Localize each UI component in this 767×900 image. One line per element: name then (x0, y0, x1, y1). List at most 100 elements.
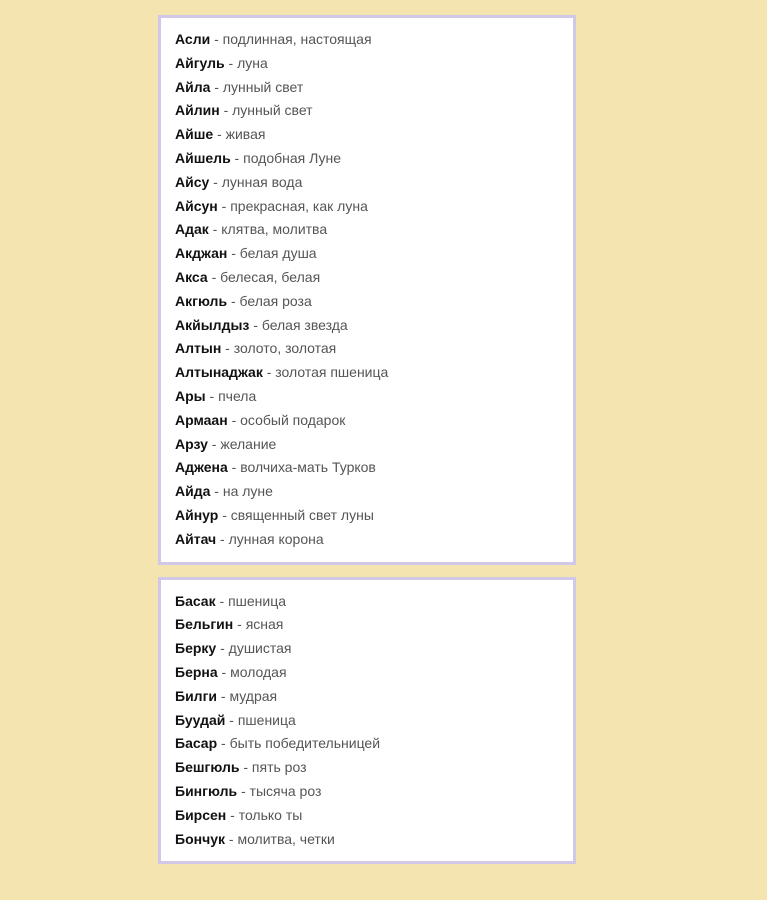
entry-meaning: молитва, четки (237, 831, 334, 847)
entry-separator: - (210, 483, 222, 499)
entry-meaning: белесая, белая (220, 269, 320, 285)
name-entry: Айла - лунный свет (175, 76, 559, 100)
entry-separator: - (210, 79, 222, 95)
entry-name: Бирсен (175, 807, 226, 823)
entry-meaning: живая (226, 126, 266, 142)
name-entry: Басак - пшеница (175, 590, 559, 614)
name-entry: Бончук - молитва, четки (175, 828, 559, 852)
entry-name: Адак (175, 221, 209, 237)
entry-separator: - (228, 459, 240, 475)
entry-name: Бингюль (175, 783, 237, 799)
entry-meaning: лунная корона (229, 531, 324, 547)
entry-name: Асли (175, 31, 210, 47)
entry-meaning: пчела (218, 388, 256, 404)
entry-name: Армаан (175, 412, 228, 428)
entry-name: Айсу (175, 174, 209, 190)
entry-meaning: ясная (246, 616, 284, 632)
name-entry: Айсун - прекрасная, как луна (175, 195, 559, 219)
entry-name: Алтынаджак (175, 364, 263, 380)
name-entry: Акйылдыз - белая звезда (175, 314, 559, 338)
entry-meaning: лунный свет (223, 79, 303, 95)
name-entry: Айда - на луне (175, 480, 559, 504)
entry-separator: - (233, 616, 245, 632)
name-entry: Айше - живая (175, 123, 559, 147)
entry-meaning: подобная Луне (243, 150, 341, 166)
entry-meaning: прекрасная, как луна (230, 198, 368, 214)
entry-meaning: только ты (239, 807, 303, 823)
entry-meaning: белая роза (240, 293, 312, 309)
entry-separator: - (218, 198, 230, 214)
entry-separator: - (208, 269, 220, 285)
name-entry: Айнур - священный свет луны (175, 504, 559, 528)
entry-name: Басак (175, 593, 216, 609)
entry-separator: - (225, 712, 237, 728)
entry-meaning: мудрая (229, 688, 277, 704)
entry-name: Ары (175, 388, 206, 404)
entry-name: Айтач (175, 531, 216, 547)
entry-name: Билги (175, 688, 217, 704)
entry-meaning: золотая пшеница (275, 364, 388, 380)
entry-name: Аджена (175, 459, 228, 475)
names-panel: Басак - пшеница Бельгин - ясная Берку - ду… (158, 577, 576, 865)
entry-separator: - (228, 412, 240, 428)
entry-separator: - (218, 664, 230, 680)
entry-separator: - (227, 293, 239, 309)
entry-meaning: тысяча роз (250, 783, 322, 799)
name-entry: Бешгюль - пять роз (175, 756, 559, 780)
entry-meaning: на луне (223, 483, 273, 499)
name-entry: Буудай - пшеница (175, 709, 559, 733)
entry-separator: - (227, 245, 239, 261)
entry-separator: - (218, 507, 230, 523)
entry-separator: - (263, 364, 275, 380)
entry-separator: - (208, 436, 220, 452)
entry-name: Буудай (175, 712, 225, 728)
entry-name: Алтын (175, 340, 221, 356)
entry-name: Арзу (175, 436, 208, 452)
entry-separator: - (225, 55, 237, 71)
entry-separator: - (220, 102, 232, 118)
entry-name: Айгуль (175, 55, 225, 71)
entry-name: Айда (175, 483, 210, 499)
entry-meaning: подлинная, настоящая (223, 31, 372, 47)
name-entry: Акгюль - белая роза (175, 290, 559, 314)
entry-name: Айше (175, 126, 213, 142)
entry-meaning: особый подарок (240, 412, 345, 428)
entry-name: Айшель (175, 150, 231, 166)
name-entry: Асли - подлинная, настоящая (175, 28, 559, 52)
entry-name: Айнур (175, 507, 218, 523)
name-entry: Айгуль - луна (175, 52, 559, 76)
name-entry: Акса - белесая, белая (175, 266, 559, 290)
entry-separator: - (217, 735, 229, 751)
entry-name: Басар (175, 735, 217, 751)
entry-meaning: лунная вода (222, 174, 303, 190)
entry-separator: - (217, 688, 229, 704)
entry-separator: - (249, 317, 261, 333)
entry-separator: - (216, 593, 228, 609)
name-entry: Айшель - подобная Луне (175, 147, 559, 171)
entry-name: Берку (175, 640, 216, 656)
entry-meaning: волчиха-мать Турков (240, 459, 376, 475)
names-list-container: Асли - подлинная, настоящаяАйгуль - луна… (158, 15, 767, 864)
entry-name: Берна (175, 664, 218, 680)
entry-meaning: желание (220, 436, 276, 452)
name-entry: Айсу - лунная вода (175, 171, 559, 195)
entry-meaning: лунный свет (232, 102, 312, 118)
name-entry: Айлин - лунный свет (175, 99, 559, 123)
entry-name: Акгюль (175, 293, 227, 309)
entry-separator: - (221, 340, 233, 356)
entry-separator: - (209, 174, 221, 190)
names-panel: Асли - подлинная, настоящаяАйгуль - луна… (158, 15, 576, 565)
name-entry: Акджан - белая душа (175, 242, 559, 266)
entry-name: Акса (175, 269, 208, 285)
name-entry: Аджена - волчиха-мать Турков (175, 456, 559, 480)
entry-meaning: пшеница (228, 593, 286, 609)
name-entry: Бингюль - тысяча роз (175, 780, 559, 804)
entry-name: Бельгин (175, 616, 233, 632)
name-entry: Билги - мудрая (175, 685, 559, 709)
entry-meaning: золото, золотая (234, 340, 337, 356)
entry-separator: - (226, 807, 238, 823)
entry-meaning: белая звезда (262, 317, 348, 333)
name-entry: Басар - быть победительницей (175, 732, 559, 756)
entry-separator: - (231, 150, 243, 166)
name-entry: Берку - душистая (175, 637, 559, 661)
